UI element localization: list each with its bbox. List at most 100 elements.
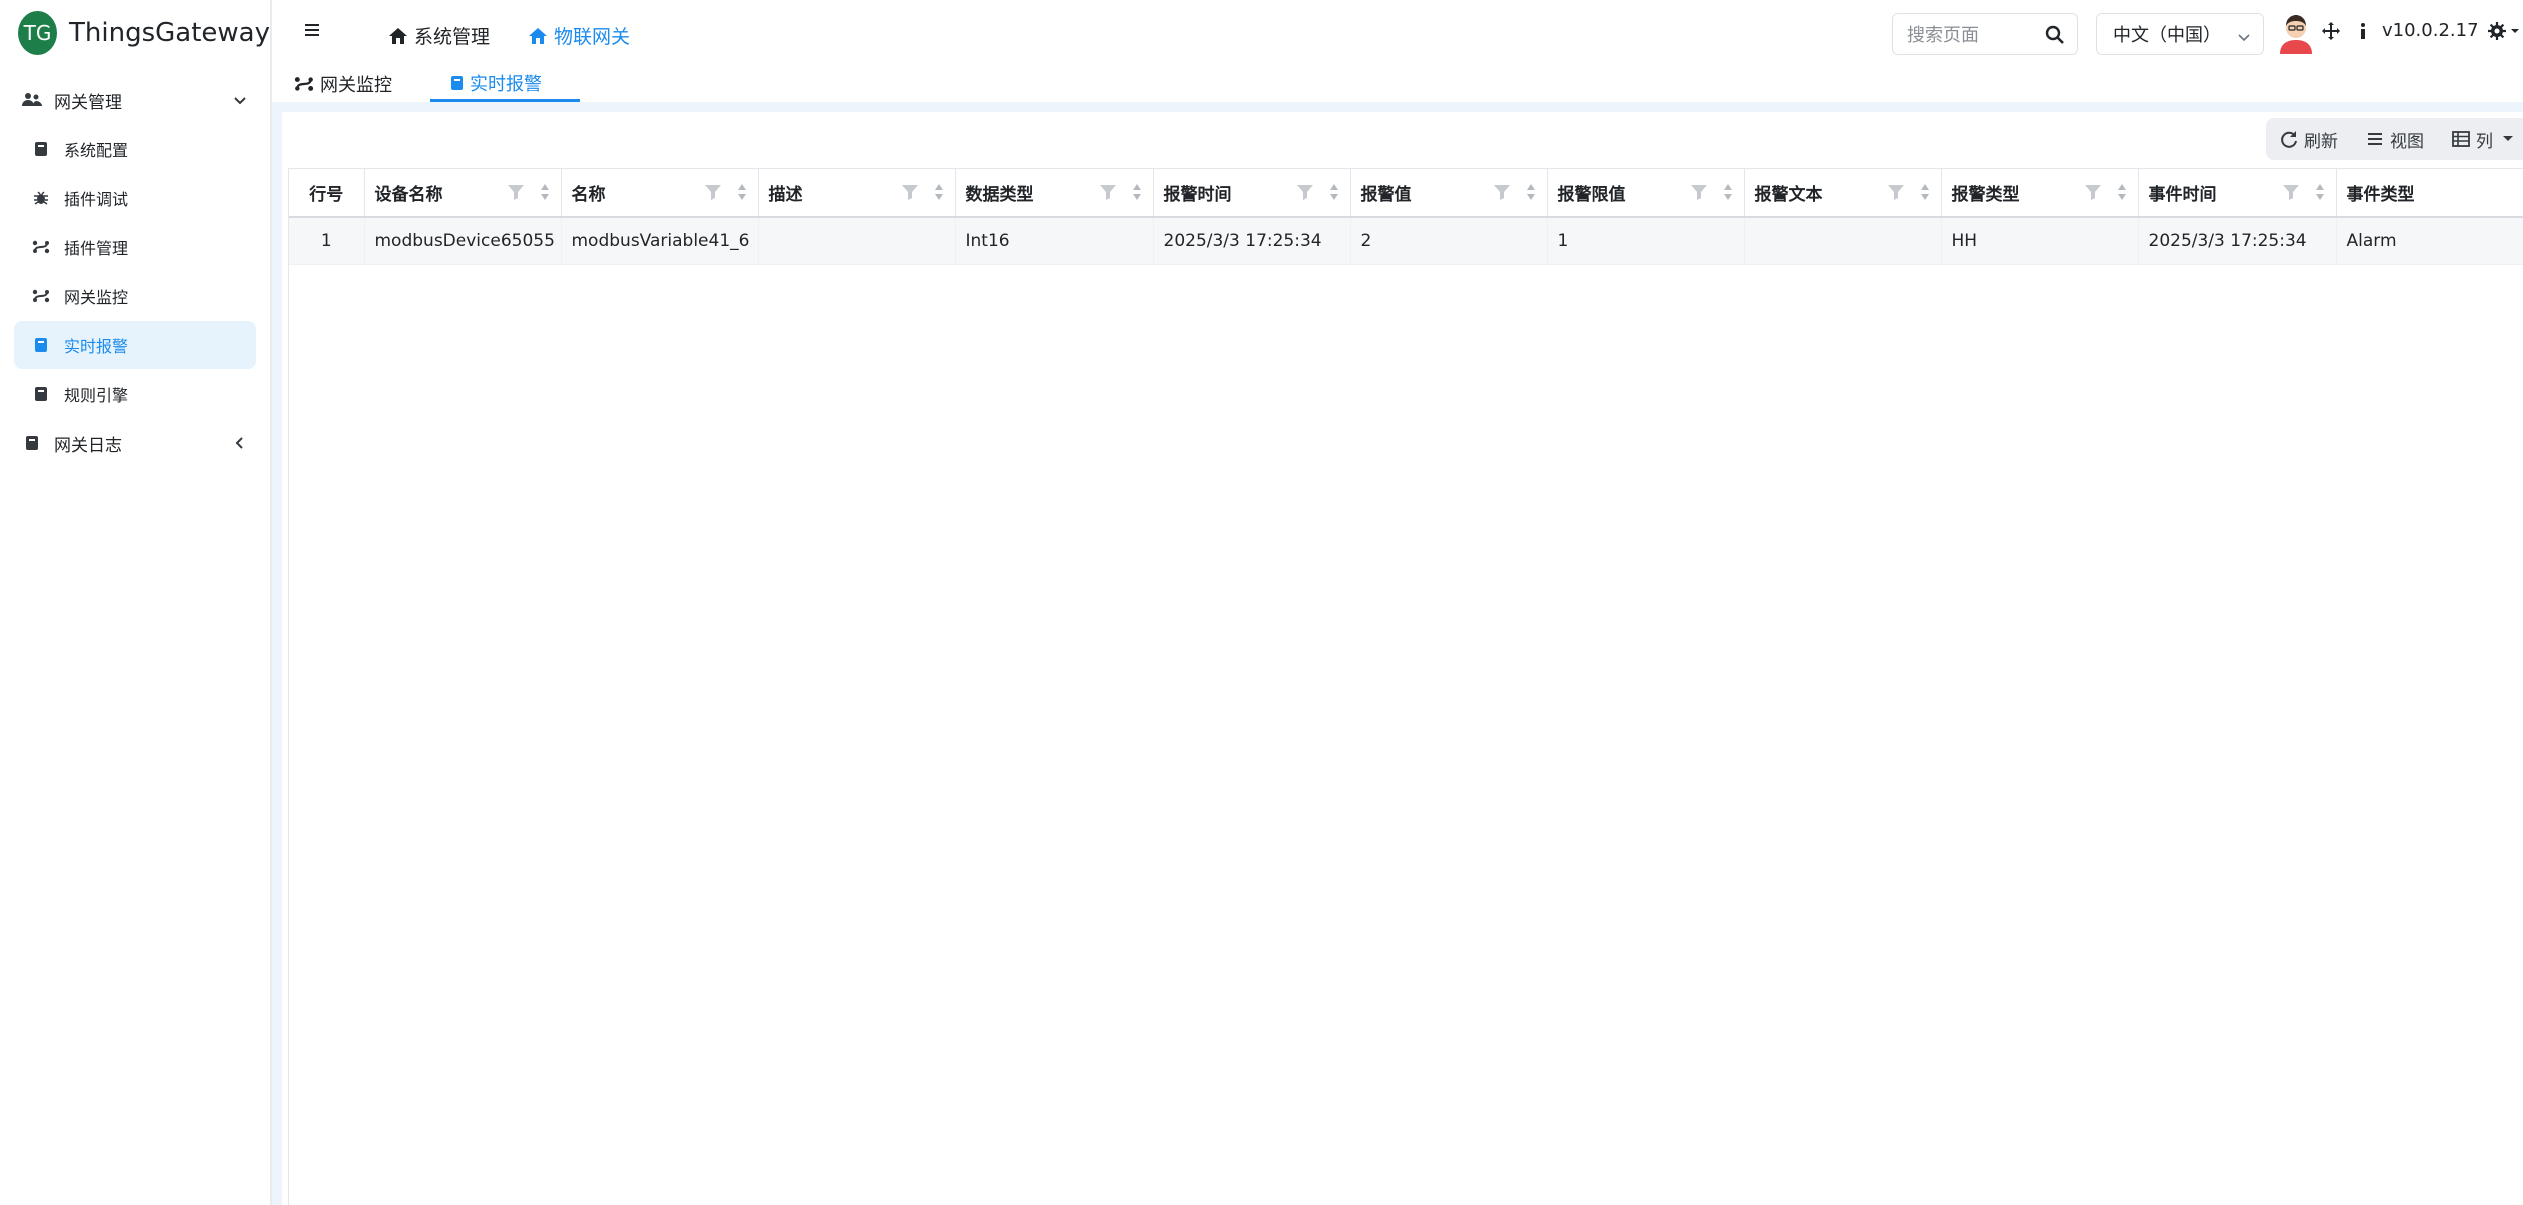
table-toolbar: 刷新 视图 列 xyxy=(2266,118,2523,160)
sidebar-item-label: 网关监控 xyxy=(64,288,129,307)
column-header[interactable]: 数据类型 xyxy=(955,168,1154,218)
brand[interactable]: TG ThingsGateway xyxy=(0,0,270,66)
chevron-left-icon xyxy=(230,433,250,453)
column-header-label: 设备名称 xyxy=(374,184,443,205)
gear-icon[interactable] xyxy=(2487,20,2521,42)
avatar[interactable] xyxy=(2276,12,2316,54)
table-cell: modbusVariable41_6 xyxy=(561,216,759,265)
alarm-table-container: 行号 设备名称 名称 描述 数据类型 报警时间 报警值 报警限值 报警文本 报警类型 事件时间 事件类… xyxy=(288,168,2523,1205)
alarm-table: 行号 设备名称 名称 描述 数据类型 报警时间 报警值 报警限值 报警文本 报警类型 事件时间 事件类… xyxy=(289,168,2523,265)
sidebar-item-system-config[interactable]: 系统配置 xyxy=(14,125,256,173)
book-icon xyxy=(451,75,463,90)
main-content: 刷新 视图 列 行号 设备名称 名称 描述 数据类型 报警时间 报警值 报警限值… xyxy=(272,102,2523,1205)
book-icon xyxy=(32,140,50,158)
column-header-label: 报警限值 xyxy=(1557,184,1626,205)
table-cell: HH xyxy=(1941,216,2139,265)
filter-icon[interactable] xyxy=(1099,183,1117,206)
search-placeholder: 搜索页面 xyxy=(1907,25,1979,46)
alarm-panel: 刷新 视图 列 行号 设备名称 名称 描述 数据类型 报警时间 报警值 报警限值… xyxy=(282,112,2523,1205)
filter-icon[interactable] xyxy=(1296,183,1314,206)
sort-icon[interactable] xyxy=(539,182,551,207)
sort-icon[interactable] xyxy=(1131,182,1143,207)
sidebar: TG ThingsGateway 网关管理 系统配置 插件调试 插件管理 网关监… xyxy=(0,0,272,1205)
sidebar-item-rule-engine[interactable]: 规则引擎 xyxy=(14,370,256,418)
tab-label: 系统管理 xyxy=(414,26,491,48)
filter-icon[interactable] xyxy=(2282,183,2300,206)
sort-icon[interactable] xyxy=(2314,182,2326,207)
column-header[interactable]: 报警限值 xyxy=(1547,168,1745,218)
menu-toggle-icon[interactable] xyxy=(302,20,322,40)
sidebar-item-realtime-alarm[interactable]: 实时报警 xyxy=(14,321,256,369)
bug-icon xyxy=(32,189,50,207)
search-input[interactable]: 搜索页面 xyxy=(1892,13,2078,55)
filter-icon[interactable] xyxy=(1690,183,1708,206)
tab-realtime-alarm[interactable]: 实时报警 xyxy=(430,66,580,102)
column-header[interactable]: 报警类型 xyxy=(1941,168,2139,218)
filter-icon[interactable] xyxy=(2084,183,2102,206)
home-icon xyxy=(529,27,547,44)
column-header-label: 报警时间 xyxy=(1163,184,1232,205)
column-header-label: 报警值 xyxy=(1360,184,1412,205)
top-header: 系统管理 物联网关 搜索页面 中文（中国） v10.0.2.17 xyxy=(272,0,2523,66)
sort-icon[interactable] xyxy=(736,182,748,207)
language-select[interactable]: 中文（中国） xyxy=(2096,13,2264,55)
tab-label: 网关监控 xyxy=(320,75,392,96)
sort-icon[interactable] xyxy=(933,182,945,207)
view-button[interactable]: 视图 xyxy=(2366,127,2424,152)
tab-gateway-monitor[interactable]: 网关监控 xyxy=(292,66,394,102)
sidebar-group-gateway-log[interactable]: 网关日志 xyxy=(0,419,270,467)
filter-icon[interactable] xyxy=(1493,183,1511,206)
column-header[interactable]: 设备名称 xyxy=(364,168,562,218)
table-header-row: 行号 设备名称 名称 描述 数据类型 报警时间 报警值 报警限值 报警文本 报警类型 事件时间 事件类… xyxy=(289,168,2523,218)
sidebar-item-plugin-management[interactable]: 插件管理 xyxy=(14,223,256,271)
refresh-button[interactable]: 刷新 xyxy=(2280,127,2338,152)
column-header[interactable]: 行号 xyxy=(289,168,365,218)
column-header[interactable]: 描述 xyxy=(758,168,956,218)
column-header[interactable]: 名称 xyxy=(561,168,759,218)
table-cell xyxy=(1744,216,1942,265)
route-icon xyxy=(32,287,50,305)
sidebar-item-plugin-debug[interactable]: 插件调试 xyxy=(14,174,256,222)
sort-icon[interactable] xyxy=(1525,182,1537,207)
table-row[interactable]: 1 modbusDevice65055 modbusVariable41_6 Int1… xyxy=(289,216,2523,265)
info-icon[interactable] xyxy=(2352,20,2374,42)
table-cell: Alarm xyxy=(2336,216,2523,265)
book-icon xyxy=(32,385,50,403)
route-icon xyxy=(32,238,50,256)
route-icon xyxy=(294,77,314,91)
tab-label: 物联网关 xyxy=(554,26,631,48)
sort-icon[interactable] xyxy=(1722,182,1734,207)
sidebar-group-gateway-management[interactable]: 网关管理 xyxy=(0,76,270,124)
refresh-label: 刷新 xyxy=(2304,131,2338,152)
view-label: 视图 xyxy=(2390,131,2424,152)
filter-icon[interactable] xyxy=(901,183,919,206)
tab-system-management[interactable]: 系统管理 xyxy=(388,22,490,49)
sidebar-item-gateway-monitor[interactable]: 网关监控 xyxy=(14,272,256,320)
sort-icon[interactable] xyxy=(1919,182,1931,207)
sort-icon[interactable] xyxy=(2116,182,2128,207)
columns-button[interactable]: 列 xyxy=(2452,127,2523,152)
users-icon xyxy=(22,90,42,110)
tab-iot-gateway[interactable]: 物联网关 xyxy=(528,22,630,49)
app-root: TG ThingsGateway 网关管理 系统配置 插件调试 插件管理 网关监… xyxy=(0,0,2523,1205)
sidebar-item-label: 插件管理 xyxy=(64,239,129,258)
column-header[interactable]: 事件时间 xyxy=(2138,168,2337,218)
sort-icon[interactable] xyxy=(1328,182,1340,207)
filter-icon[interactable] xyxy=(1887,183,1905,206)
table-cell: 2 xyxy=(1350,216,1548,265)
column-header[interactable]: 事件类型 xyxy=(2336,168,2523,218)
column-header[interactable]: 报警时间 xyxy=(1153,168,1351,218)
sidebar-item-label: 实时报警 xyxy=(64,337,129,356)
sidebar-item-label: 规则引擎 xyxy=(64,386,129,405)
chevron-down-icon xyxy=(230,90,250,110)
search-icon[interactable] xyxy=(2045,25,2065,50)
column-header-label: 行号 xyxy=(309,184,344,205)
table-cell: modbusDevice65055 xyxy=(364,216,562,265)
page-tabs: 网关监控 实时报警 xyxy=(272,66,2523,102)
move-arrows-icon[interactable] xyxy=(2320,20,2342,42)
filter-icon[interactable] xyxy=(704,183,722,206)
filter-icon[interactable] xyxy=(507,183,525,206)
column-header[interactable]: 报警值 xyxy=(1350,168,1548,218)
column-header[interactable]: 报警文本 xyxy=(1744,168,1942,218)
book-icon xyxy=(22,433,42,453)
